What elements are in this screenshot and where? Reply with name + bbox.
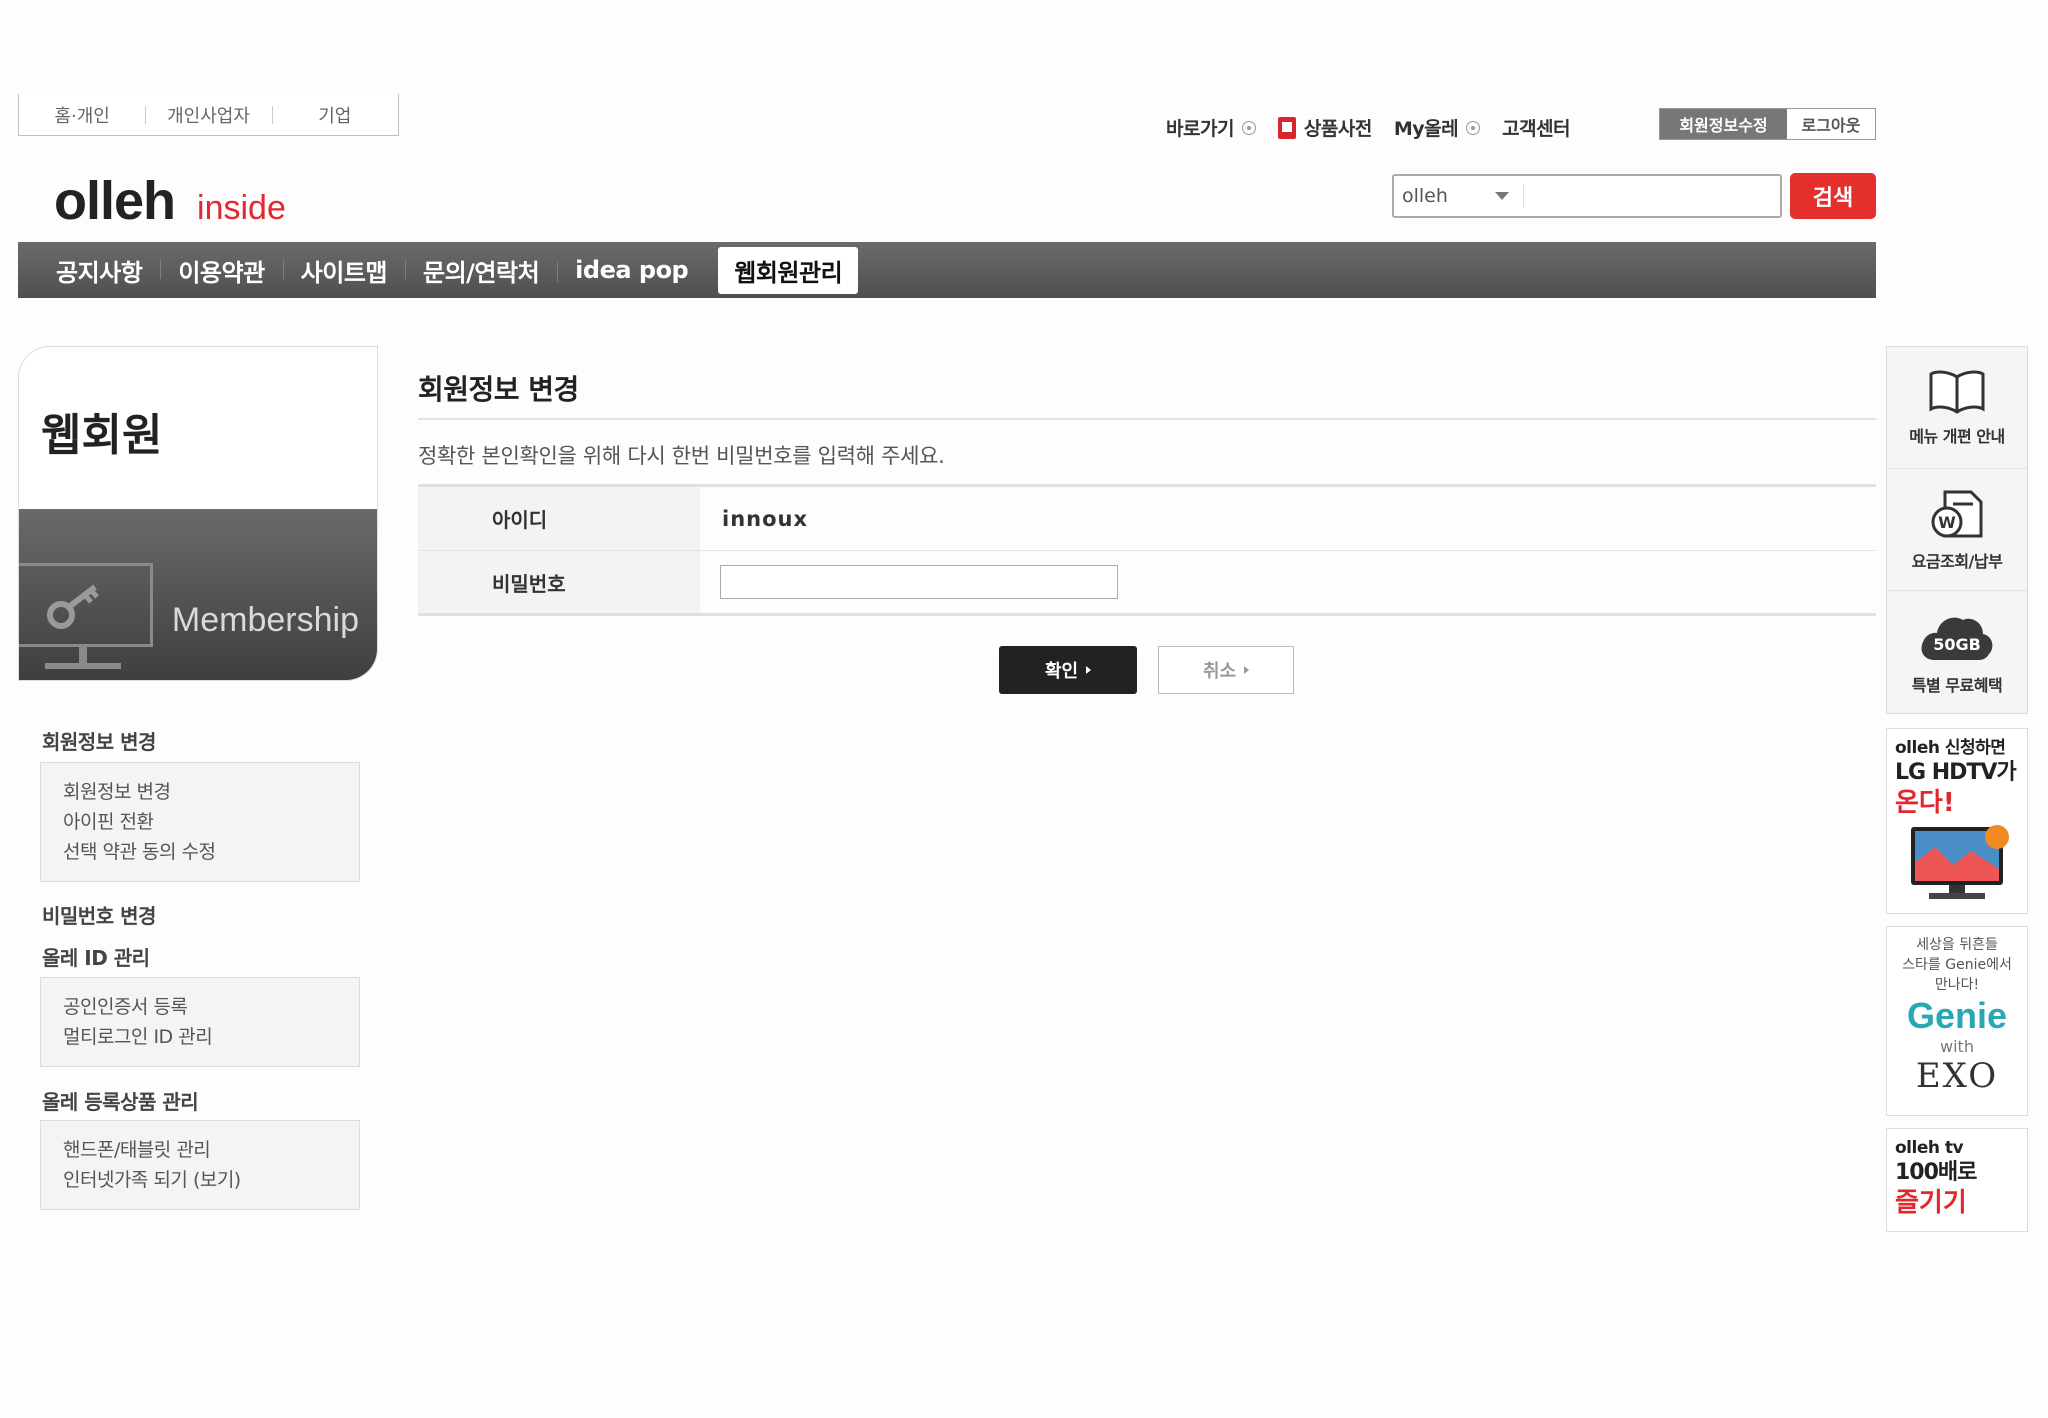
tab-personal[interactable]: 홈·개인 (19, 102, 145, 128)
sidebar-header-card: 웹회원 Membership (18, 346, 378, 681)
cancel-label: 취소 (1202, 661, 1237, 682)
nav-contact[interactable]: 문의/연락처 (404, 253, 557, 288)
divider (418, 418, 1876, 420)
svg-text:W: W (1938, 513, 1956, 532)
my-olleh-link[interactable]: My올레 (1393, 114, 1481, 141)
submenu-item[interactable]: 멀티로그인 ID 관리 (63, 1022, 337, 1052)
segment-tabs: 홈·개인 개인사업자 기업 (18, 94, 399, 136)
shortcut-label: 바로가기 (1166, 118, 1234, 140)
password-label: 비밀번호 (418, 551, 700, 613)
page-description: 정확한 본인확인을 위해 다시 한번 비밀번호를 입력해 주세요. (418, 444, 945, 468)
submenu-member-info: 회원정보 변경 아이핀 전환 선택 약관 동의 수정 (40, 762, 360, 882)
submenu-item[interactable]: 회원정보 변경 (63, 777, 337, 807)
submenu-olleh-id: 공인인증서 등록 멀티로그인 ID 관리 (40, 977, 360, 1067)
nav-idea-pop[interactable]: idea pop (557, 256, 706, 284)
nav-web-member[interactable]: 웹회원관리 (718, 246, 859, 294)
sidebar-title: 웹회원 (41, 410, 163, 461)
svg-text:50GB: 50GB (1933, 635, 1981, 654)
banner-genie[interactable]: 세상을 뒤흔들 스타를 Genie에서 만나다! Genie with EXO (1886, 926, 2028, 1116)
dictionary-label: 상품사전 (1303, 118, 1372, 140)
membership-label: Membership (171, 601, 359, 639)
book-icon (1277, 116, 1296, 139)
id-label: 아이디 (418, 487, 700, 550)
customer-center-label: 고객센터 (1502, 118, 1571, 140)
chevron-down-icon (1495, 192, 1509, 200)
nav-notice[interactable]: 공지사항 (38, 253, 160, 288)
quick-billing[interactable]: W 요금조회/납부 (1887, 469, 2027, 591)
search-category-value: olleh (1402, 185, 1448, 207)
banner-text: 100배로 (1895, 1160, 1977, 1185)
search-button[interactable]: 검색 (1790, 173, 1876, 219)
form-row-id: 아이디 innoux (418, 487, 1876, 550)
confirm-label: 확인 (1044, 661, 1079, 682)
logo-sub: inside (197, 189, 286, 227)
confirm-button[interactable]: 확인 (999, 646, 1137, 694)
my-olleh-label: My올레 (1393, 118, 1459, 140)
password-field[interactable] (720, 565, 1118, 599)
genie-logo: Genie (1906, 995, 2008, 1036)
submenu-item[interactable]: 핸드폰/태블릿 관리 (63, 1135, 337, 1165)
dictionary-link[interactable]: 상품사전 (1277, 114, 1372, 141)
search-input[interactable] (1530, 181, 1780, 211)
bill-icon: W (1931, 490, 1983, 537)
account-buttons: 회원정보수정 로그아웃 (1659, 108, 1876, 140)
logo-brand: olleh (54, 171, 176, 231)
section-password[interactable]: 비밀번호 변경 (42, 900, 156, 929)
main-nav: 공지사항 이용약관 사이트맵 문의/연락처 idea pop 웹회원관리 (18, 242, 1876, 298)
tab-business-owner[interactable]: 개인사업자 (145, 102, 271, 128)
banner-text: 즐기기 (1895, 1188, 1967, 1218)
submenu-item[interactable]: 선택 약관 동의 수정 (63, 837, 337, 867)
verify-form: 아이디 innoux 비밀번호 (418, 484, 1876, 616)
arrow-right-icon (1244, 666, 1250, 674)
billing-label: 요금조회/납부 (1911, 551, 2003, 571)
free-benefit-label: 특별 무료혜택 (1911, 676, 2003, 695)
circle-arrow-icon (1241, 120, 1256, 135)
submenu-item[interactable]: 공인인증서 등록 (63, 992, 337, 1022)
utility-nav: 바로가기 상품사전 My올레 고객센터 (1166, 114, 1592, 141)
tab-enterprise[interactable]: 기업 (271, 102, 398, 128)
page-title: 회원정보 변경 (418, 373, 579, 406)
edit-member-button[interactable]: 회원정보수정 (1660, 109, 1787, 139)
logout-button[interactable]: 로그아웃 (1787, 109, 1875, 139)
cloud-icon: 50GB (1921, 617, 1993, 660)
submenu-registered-products: 핸드폰/태블릿 관리 인터넷가족 되기 (보기) (40, 1120, 360, 1210)
section-member-info[interactable]: 회원정보 변경 (42, 726, 156, 755)
exo-logo: EXO (1915, 1056, 1999, 1096)
banner-text: 만나다! (1934, 977, 1980, 993)
tv-image (1911, 825, 2009, 899)
quick-menu-guide[interactable]: 메뉴 개편 안내 (1887, 347, 2027, 469)
shortcut-link[interactable]: 바로가기 (1166, 114, 1256, 141)
submenu-item[interactable]: 인터넷가족 되기 (보기) (63, 1165, 337, 1195)
nav-sitemap[interactable]: 사이트맵 (282, 253, 405, 288)
circle-arrow-icon (1466, 120, 1481, 135)
banner-text: 온다! (1895, 788, 1955, 818)
cancel-button[interactable]: 취소 (1158, 646, 1294, 694)
arrow-right-icon (1086, 666, 1092, 674)
banner-text: LG HDTV가 (1895, 760, 2017, 785)
submenu-item[interactable]: 아이핀 전환 (63, 807, 337, 837)
banner-text: olleh tv (1895, 1138, 1964, 1158)
banner-text: olleh 신청하면 (1895, 738, 2006, 758)
monitor-base (45, 663, 121, 669)
site-logo[interactable]: olleh inside (54, 170, 286, 232)
quick-free-benefit[interactable]: 50GB 특별 무료혜택 (1887, 591, 2027, 713)
banner-text: 세상을 뒤흔들 (1916, 937, 1998, 953)
membership-band: Membership (19, 509, 377, 680)
banner-text: 스타를 Genie에서 (1902, 957, 2012, 973)
key-icon (47, 584, 99, 629)
quick-menu: 메뉴 개편 안내 W 요금조회/납부 50GB 특별 무료혜택 (1886, 346, 2028, 714)
nav-terms[interactable]: 이용약관 (160, 253, 282, 288)
id-value: innoux (722, 506, 809, 531)
banner-lg-hdtv[interactable]: olleh 신청하면 LG HDTV가 온다! (1886, 728, 2028, 914)
section-olleh-id[interactable]: 올레 ID 관리 (42, 942, 150, 971)
search-category-select[interactable]: olleh (1394, 185, 1524, 207)
menu-guide-label: 메뉴 개편 안내 (1909, 426, 2005, 446)
banner-text: with (1940, 1037, 1974, 1056)
banner-olleh-tv[interactable]: olleh tv 100배로 즐기기 (1886, 1128, 2028, 1232)
search-box: olleh (1392, 174, 1782, 218)
form-row-password: 비밀번호 (418, 550, 1876, 613)
section-registered-products[interactable]: 올레 등록상품 관리 (42, 1086, 199, 1115)
open-book-icon (1929, 370, 1985, 414)
customer-center-link[interactable]: 고객센터 (1502, 114, 1570, 141)
